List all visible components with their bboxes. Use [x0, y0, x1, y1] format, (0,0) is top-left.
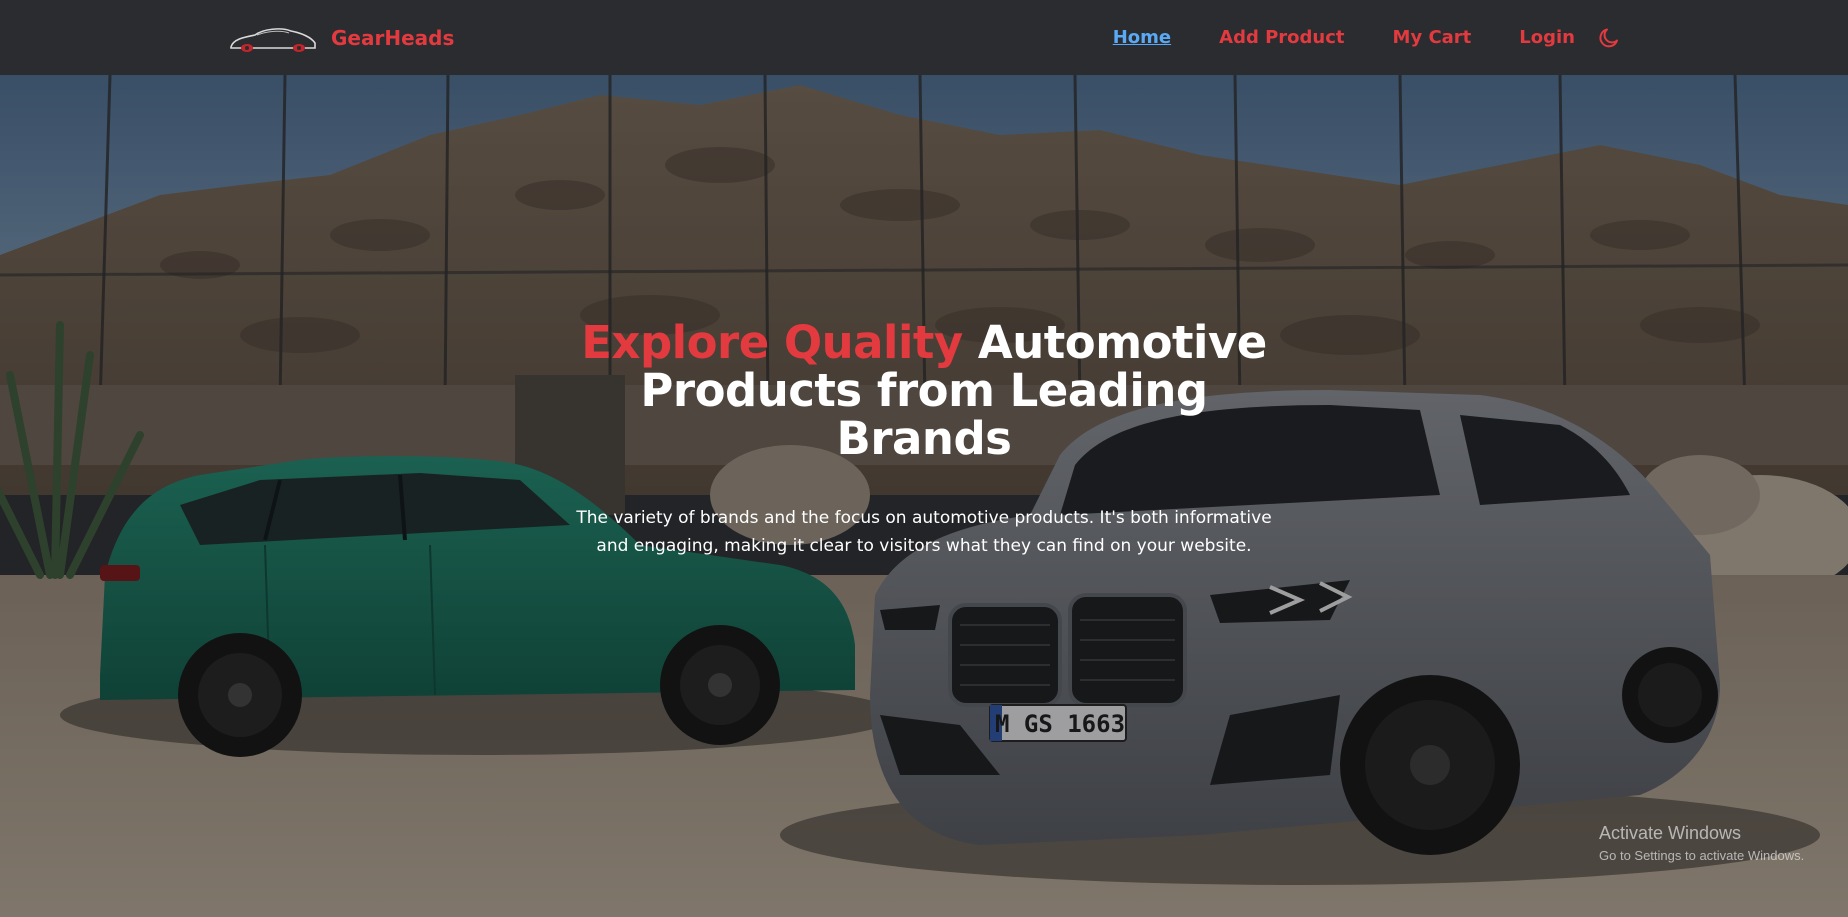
- headline-accent: Explore Quality: [581, 316, 963, 369]
- nav-link-add-product[interactable]: Add Product: [1219, 27, 1344, 48]
- moon-icon[interactable]: [1597, 26, 1621, 50]
- navbar: GearHeads Home Add Product My Cart Login: [0, 0, 1848, 75]
- windows-activation-watermark: Activate Windows Go to Settings to activ…: [1599, 823, 1804, 863]
- car-logo-icon: [230, 27, 316, 52]
- brand-name: GearHeads: [331, 25, 455, 50]
- brand[interactable]: GearHeads: [227, 21, 454, 55]
- main-nav: Home Add Product My Cart Login: [1113, 26, 1621, 50]
- watermark-title: Activate Windows: [1599, 823, 1742, 843]
- watermark-subtitle: Go to Settings to activate Windows.: [1599, 848, 1805, 863]
- hero-headline: Explore Quality Automotive Products from…: [574, 319, 1274, 463]
- nav-link-home[interactable]: Home: [1113, 27, 1171, 48]
- nav-link-login[interactable]: Login: [1519, 27, 1575, 48]
- hero-section: M GS 1663 Explore Quality Automotive Pro…: [0, 75, 1848, 917]
- nav-link-my-cart[interactable]: My Cart: [1393, 27, 1472, 48]
- hero-subtext: The variety of brands and the focus on a…: [576, 508, 1272, 556]
- hero-overlay: [0, 75, 1848, 917]
